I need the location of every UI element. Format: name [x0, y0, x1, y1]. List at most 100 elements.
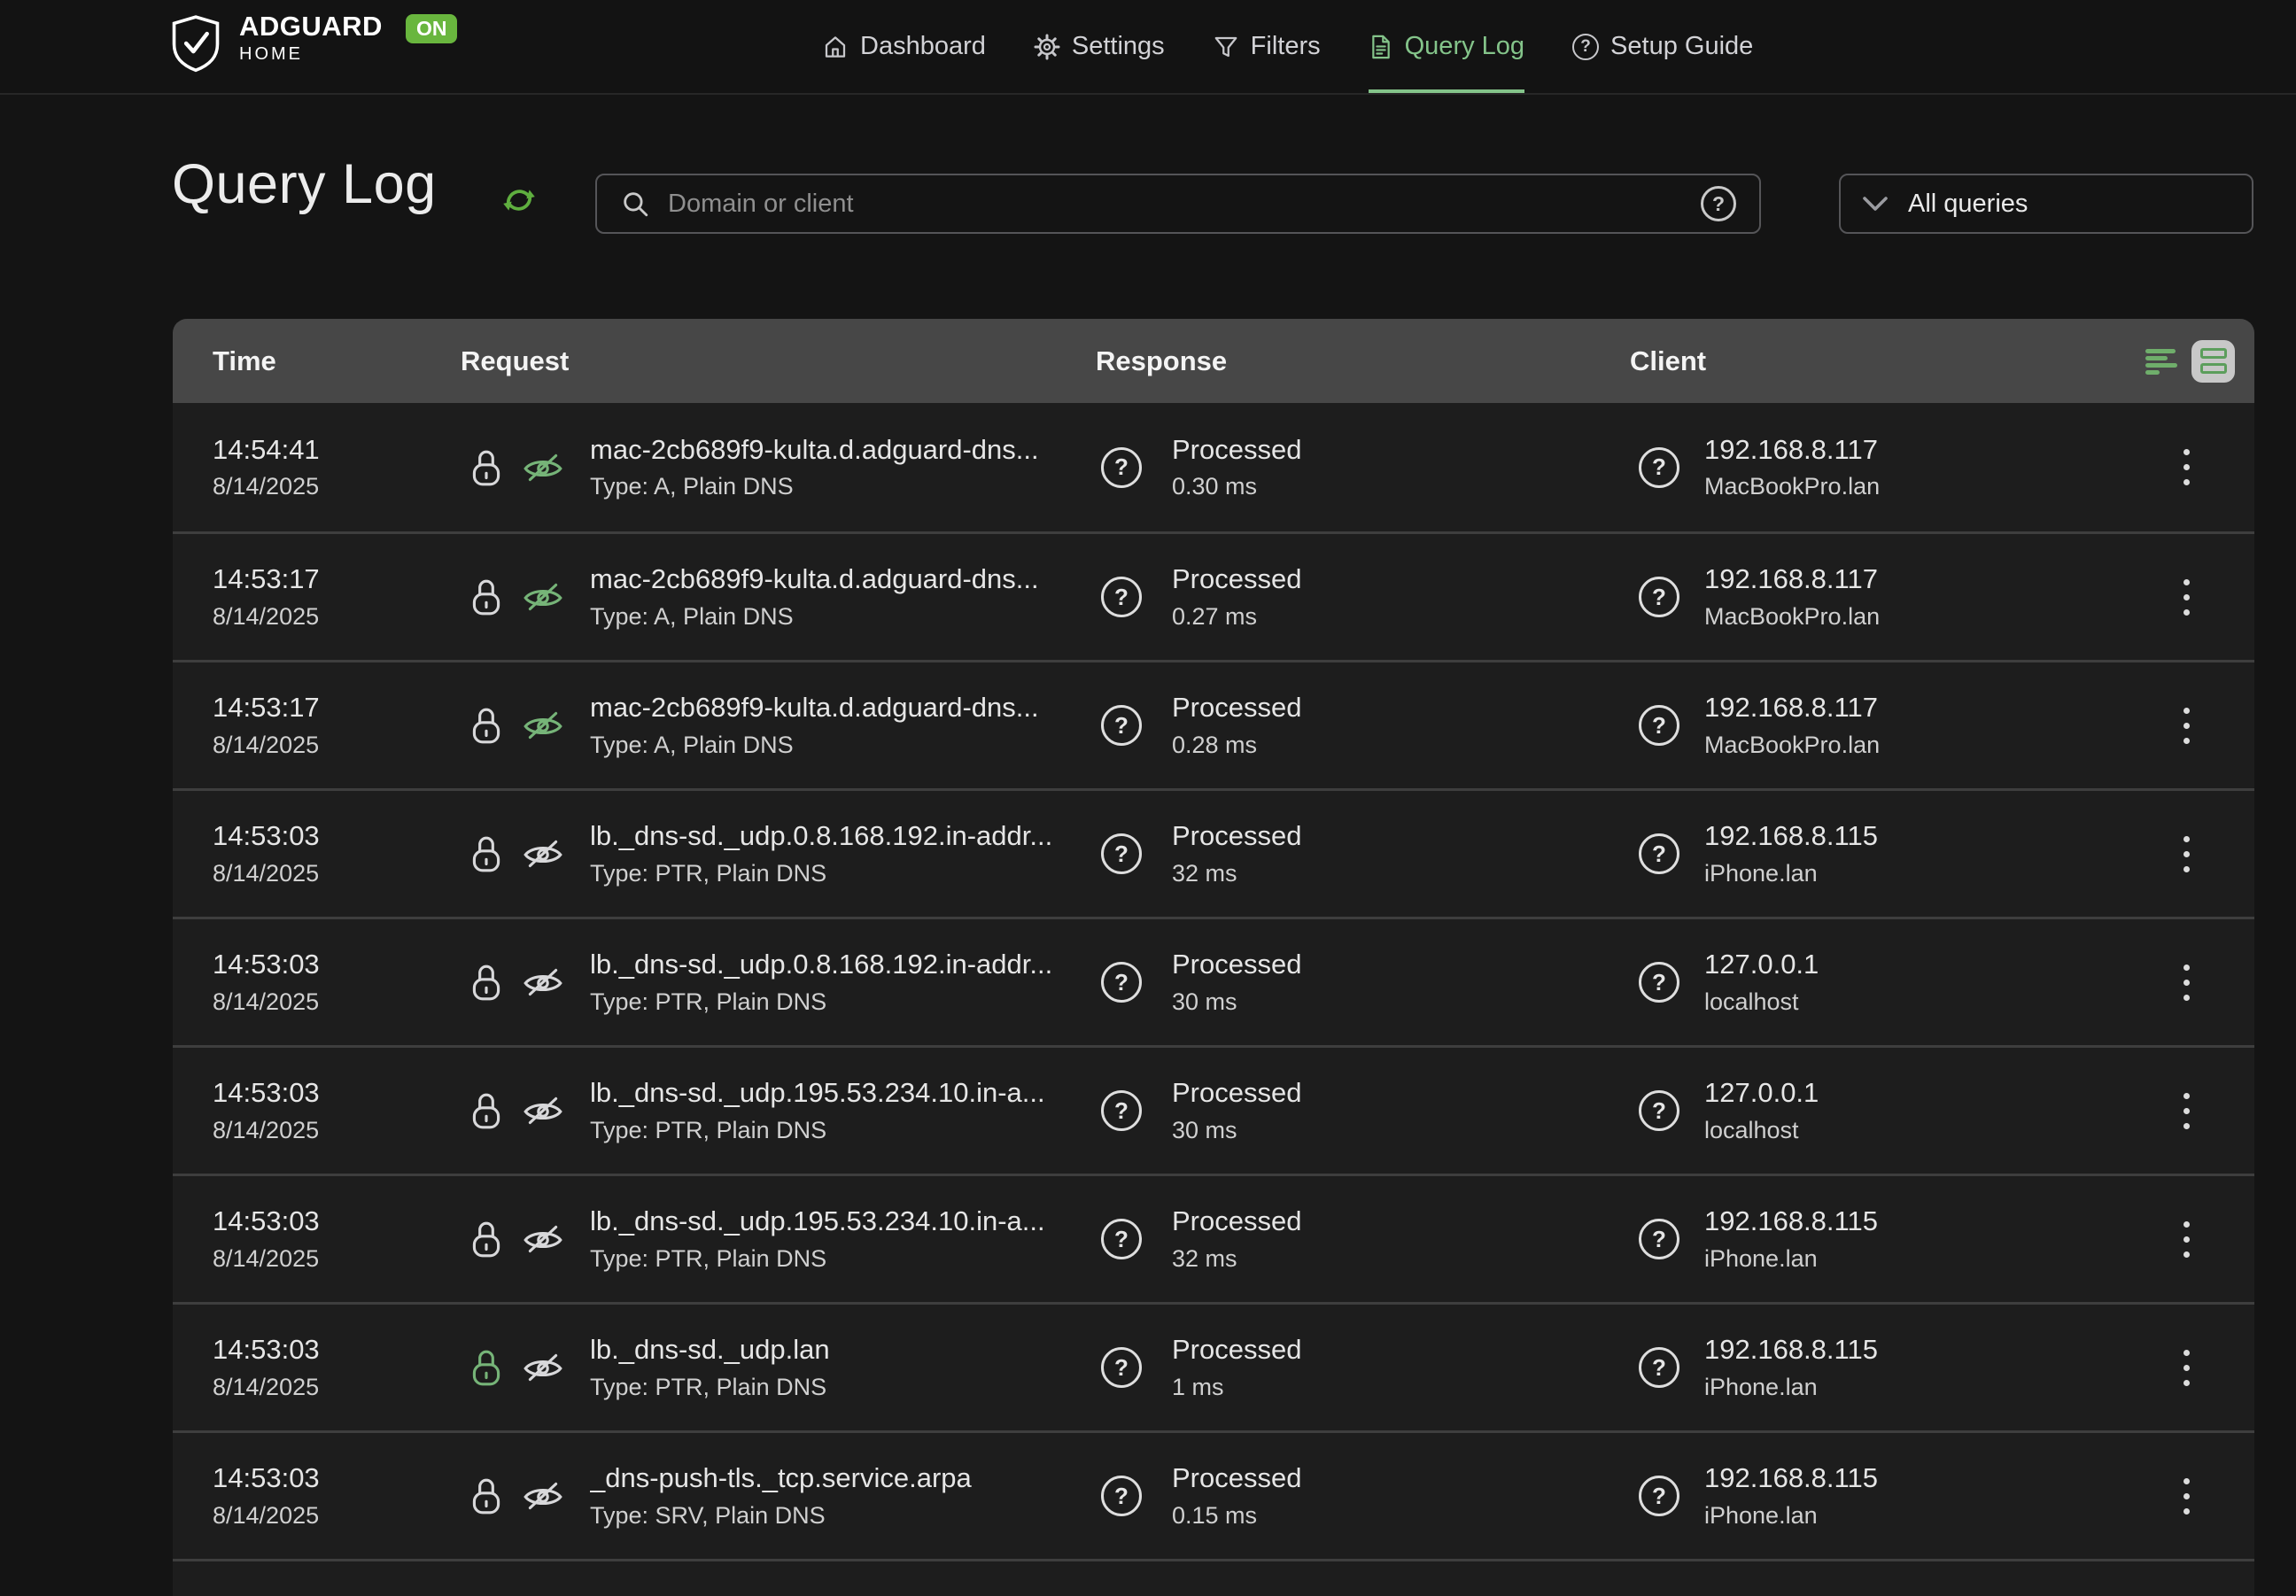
client-ip: 127.0.0.1	[1704, 1077, 1819, 1109]
response-info-icon: ?	[1101, 577, 1142, 617]
row-menu-icon[interactable]	[2178, 1088, 2195, 1135]
eye-off-icon	[521, 707, 565, 744]
request-type: Type: A, Plain DNS	[590, 732, 1039, 759]
nav-label: Settings	[1072, 32, 1165, 61]
client-ip: 192.168.8.115	[1704, 1334, 1878, 1366]
brand-text: ADGUARD HOME	[239, 12, 383, 65]
lock-icon	[469, 705, 503, 746]
query-time: 14:53:03	[213, 1205, 320, 1237]
eye-off-icon	[521, 835, 565, 872]
eye-off-icon	[521, 1220, 565, 1258]
client-ip: 192.168.8.117	[1704, 692, 1880, 724]
client-name: iPhone.lan	[1704, 1245, 1878, 1273]
client-ip: 192.168.8.117	[1704, 434, 1880, 466]
column-header-request: Request	[461, 345, 1096, 377]
compact-view-icon[interactable]	[2144, 347, 2179, 376]
response-status: Processed	[1172, 1462, 1301, 1494]
table-row[interactable]: 14:53:03 8/14/2025 lb._dns-sd.	[173, 917, 2254, 1045]
filter-selected-value: All queries	[1908, 190, 2028, 219]
client-name: iPhone.lan	[1704, 860, 1878, 887]
request-domain: lb._dns-sd._udp.lan	[590, 1334, 830, 1366]
table-body: 14:54:41 8/14/2025 mac-2cb689f	[173, 403, 2254, 1559]
table-row[interactable]: 14:53:17 8/14/2025 mac-2cb689f	[173, 531, 2254, 660]
table-row[interactable]: 14:53:03 8/14/2025 lb._dns-sd.	[173, 1174, 2254, 1302]
table-view-icon[interactable]	[2191, 340, 2235, 383]
response-info-icon: ?	[1101, 1090, 1142, 1131]
response-info-icon: ?	[1101, 1476, 1142, 1516]
response-elapsed: 32 ms	[1172, 1245, 1301, 1273]
top-nav: ADGUARD HOME ON Dashboard	[0, 0, 2296, 95]
home-icon	[822, 34, 849, 60]
search-input[interactable]	[668, 190, 1683, 219]
response-info-icon: ?	[1101, 833, 1142, 874]
query-filter-dropdown[interactable]: All queries	[1839, 174, 2253, 234]
query-date: 8/14/2025	[213, 1117, 320, 1144]
nav-item-query-log[interactable]: Query Log	[1369, 0, 1524, 93]
query-time: 14:54:41	[213, 434, 320, 466]
query-time: 14:53:03	[213, 949, 320, 980]
nav-item-filters[interactable]: Filters	[1213, 0, 1321, 93]
table-row[interactable]: 14:53:03 8/14/2025 lb._dns-sd.	[173, 1302, 2254, 1430]
response-elapsed: 32 ms	[1172, 860, 1301, 887]
response-elapsed: 0.30 ms	[1172, 473, 1301, 500]
table-header: Time Request Response Client	[173, 319, 2254, 403]
query-date: 8/14/2025	[213, 1374, 320, 1401]
gear-icon	[1034, 34, 1060, 60]
nav-label: Dashboard	[860, 32, 986, 61]
refresh-icon[interactable]	[501, 182, 537, 218]
request-domain: lb._dns-sd._udp.195.53.234.10.in-a...	[590, 1077, 1045, 1109]
row-menu-icon[interactable]	[2178, 1216, 2195, 1263]
table-row[interactable]: 14:53:03 8/14/2025 lb._dns-sd.	[173, 1045, 2254, 1174]
page-title: Query Log	[172, 152, 437, 216]
row-menu-icon[interactable]	[2178, 959, 2195, 1006]
row-menu-icon[interactable]	[2178, 702, 2195, 749]
nav-label: Filters	[1251, 32, 1321, 61]
row-menu-icon[interactable]	[2178, 574, 2195, 621]
client-name: MacBookPro.lan	[1704, 473, 1880, 500]
request-domain: mac-2cb689f9-kulta.d.adguard-dns...	[590, 434, 1039, 466]
nav-label: Query Log	[1405, 32, 1524, 61]
nav-item-dashboard[interactable]: Dashboard	[822, 0, 986, 93]
response-info-icon: ?	[1101, 705, 1142, 746]
row-menu-icon[interactable]	[2178, 831, 2195, 878]
nav-item-setup-guide[interactable]: ? Setup Guide	[1572, 0, 1753, 93]
eye-off-icon	[521, 1092, 565, 1129]
request-type: Type: PTR, Plain DNS	[590, 1374, 830, 1401]
nav-label: Setup Guide	[1610, 32, 1753, 61]
eye-off-icon	[521, 1349, 565, 1386]
client-info-icon: ?	[1639, 577, 1679, 617]
client-name: localhost	[1704, 1117, 1819, 1144]
table-row[interactable]: 14:54:41 8/14/2025 mac-2cb689f	[173, 403, 2254, 531]
request-type: Type: PTR, Plain DNS	[590, 1245, 1045, 1273]
row-menu-icon[interactable]	[2178, 1344, 2195, 1391]
query-date: 8/14/2025	[213, 860, 320, 887]
response-status: Processed	[1172, 1334, 1301, 1366]
table-row[interactable]: 14:53:17 8/14/2025 mac-2cb689f	[173, 660, 2254, 788]
table-row[interactable]: 14:53:03 8/14/2025 _dns-push-t	[173, 1430, 2254, 1559]
search-help-icon[interactable]: ?	[1701, 186, 1736, 221]
row-menu-icon[interactable]	[2178, 444, 2195, 491]
query-date: 8/14/2025	[213, 732, 320, 759]
table-row[interactable]: 14:53:03 8/14/2025 lb._dns-sd.	[173, 788, 2254, 917]
lock-icon	[469, 447, 503, 488]
response-elapsed: 1 ms	[1172, 1374, 1301, 1401]
row-menu-icon[interactable]	[2178, 1473, 2195, 1520]
request-domain: lb._dns-sd._udp.0.8.168.192.in-addr...	[590, 949, 1052, 980]
query-date: 8/14/2025	[213, 1502, 320, 1530]
response-info-icon: ?	[1101, 1219, 1142, 1259]
response-elapsed: 0.28 ms	[1172, 732, 1301, 759]
response-info-icon: ?	[1101, 447, 1142, 488]
client-name: MacBookPro.lan	[1704, 732, 1880, 759]
document-icon	[1369, 34, 1393, 60]
client-info-icon: ?	[1639, 705, 1679, 746]
brand: ADGUARD HOME ON	[170, 12, 457, 73]
nav-item-settings[interactable]: Settings	[1034, 0, 1165, 93]
brand-subtitle: HOME	[239, 44, 383, 65]
eye-off-icon	[521, 578, 565, 616]
request-domain: mac-2cb689f9-kulta.d.adguard-dns...	[590, 563, 1039, 595]
response-status: Processed	[1172, 1077, 1301, 1109]
search-box: ?	[595, 174, 1761, 234]
client-info-icon: ?	[1639, 1219, 1679, 1259]
response-status: Processed	[1172, 1205, 1301, 1237]
request-type: Type: SRV, Plain DNS	[590, 1502, 972, 1530]
